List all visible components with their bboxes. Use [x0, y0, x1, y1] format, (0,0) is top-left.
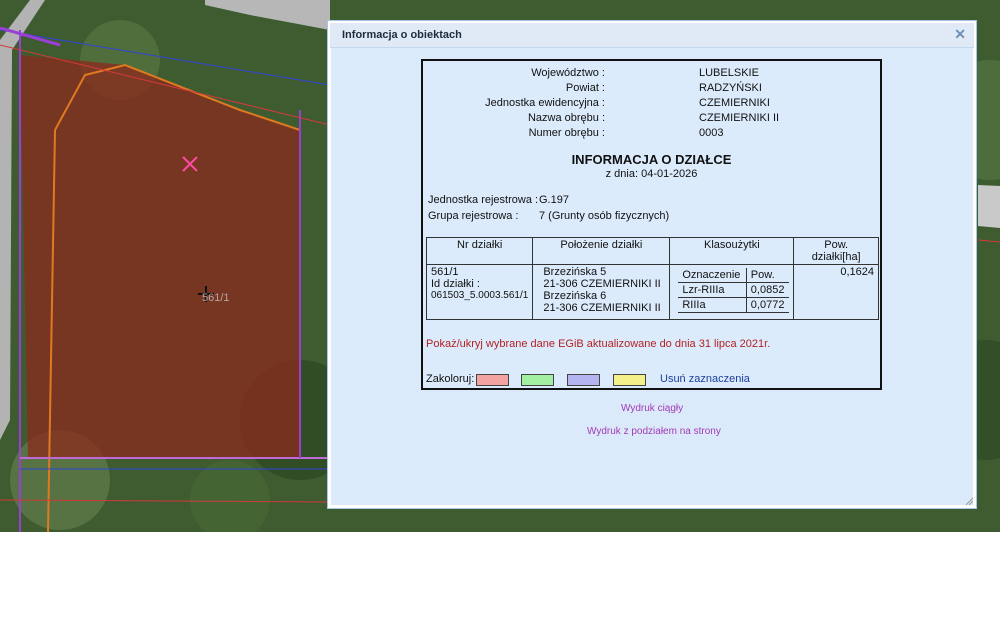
close-icon[interactable]: ✕	[954, 26, 966, 43]
header-value: LUBELSKIE	[699, 67, 759, 79]
class-area: 0,0852	[746, 282, 790, 298]
location-street: Brzezińska 5	[543, 266, 607, 278]
color-row: Zakoloruj: Usuń zaznaczenia	[426, 373, 750, 386]
table-header-row: Nr działki Położenie działki Klasoużytki…	[425, 237, 879, 265]
land-use-cell: Oznaczenie Pow. Lzr-RIIIa 0,0852 RIIIa 0…	[669, 264, 795, 320]
area-cell: 0,1624	[793, 264, 879, 320]
header-key: Powiat :	[565, 82, 605, 94]
header-value: RADZYŃSKI	[699, 82, 762, 94]
color-swatch-green[interactable]	[521, 374, 554, 386]
header-key: Numer obrębu :	[528, 127, 605, 139]
location-cell: Brzezińska 5 21-306 CZEMIERNIKI II Brzez…	[532, 264, 671, 320]
clear-selection-link[interactable]: Usuń zaznaczenia	[660, 373, 750, 385]
location-city: 21-306 CZEMIERNIKI II	[543, 302, 661, 314]
color-swatch-yellow[interactable]	[613, 374, 646, 386]
col-header-location: Położenie działki	[532, 237, 671, 265]
registry-group-label: Grupa rejestrowa :	[428, 210, 519, 222]
print-continuous-link[interactable]: Wydruk ciągły	[621, 403, 683, 414]
col-header-land-use: Klasoużytki	[669, 237, 795, 265]
registry-unit-value: G.197	[539, 194, 569, 206]
parcel-no-cell: 561/1 Id działki : 061503_5.0003.561/1	[425, 264, 534, 320]
dialog-title: Informacja o obiektach	[342, 29, 462, 41]
parcel-map-label: 561/1	[202, 292, 230, 304]
road-right	[978, 185, 1000, 228]
resize-handle-icon[interactable]	[964, 496, 974, 506]
parcel-info-panel: Województwo : LUBELSKIE Powiat : RADZYŃSKI J…	[421, 59, 882, 390]
parcel-id-label: Id działki :	[431, 278, 480, 290]
registry-unit-label: Jednostka rejestrowa :	[428, 194, 539, 206]
registry-group-row: Grupa rejestrowa : 7 (Grunty osób fizycz…	[428, 210, 669, 222]
class-header-code: Oznaczenie	[678, 268, 747, 283]
header-key: Jednostka ewidencyjna :	[485, 97, 605, 109]
header-key: Województwo :	[531, 67, 605, 79]
col-header-parcel-no: Nr działki	[425, 237, 534, 265]
parcel-table: Nr działki Położenie działki Klasoużytki…	[425, 237, 879, 320]
col-header-area: Pow. działki[ha]	[793, 237, 879, 265]
color-label: Zakoloruj:	[426, 373, 475, 385]
color-swatch-red[interactable]	[476, 374, 509, 386]
class-code: RIIIa	[678, 297, 747, 313]
parcel-id: 061503_5.0003.561/1	[431, 290, 529, 301]
dialog-titlebar[interactable]: Informacja o obiektach ✕	[330, 23, 974, 48]
class-code: Lzr-RIIIa	[678, 282, 747, 298]
registry-unit-row: Jednostka rejestrowa : G.197	[428, 194, 569, 206]
header-value: 0003	[699, 127, 724, 139]
doc-title: INFORMACJA O DZIAŁCE	[571, 152, 732, 167]
header-value: CZEMIERNIKI II	[699, 112, 780, 124]
table-row: 561/1 Id działki : 061503_5.0003.561/1 B…	[425, 264, 879, 320]
header-value: CZEMIERNIKI	[699, 97, 770, 109]
header-key: Nazwa obrębu :	[527, 112, 605, 124]
location-city: 21-306 CZEMIERNIKI II	[543, 278, 661, 290]
land-use-table: Oznaczenie Pow. Lzr-RIIIa 0,0852 RIIIa 0…	[678, 268, 790, 313]
location-street: Brzezińska 6	[543, 290, 607, 302]
toggle-egib-data-link[interactable]: Pokaż/ukryj wybrane dane EGiB aktualizow…	[426, 338, 770, 350]
parcel-no: 561/1	[431, 266, 459, 278]
registry-group-value: 7 (Grunty osób fizycznych)	[539, 210, 670, 222]
class-area: 0,0772	[746, 297, 790, 313]
color-swatch-blue[interactable]	[567, 374, 600, 386]
print-paged-link[interactable]: Wydruk z podziałem na strony	[587, 426, 721, 437]
class-header-area: Pow.	[745, 268, 790, 283]
doc-date: z dnia: 04-01-2026	[605, 168, 698, 180]
